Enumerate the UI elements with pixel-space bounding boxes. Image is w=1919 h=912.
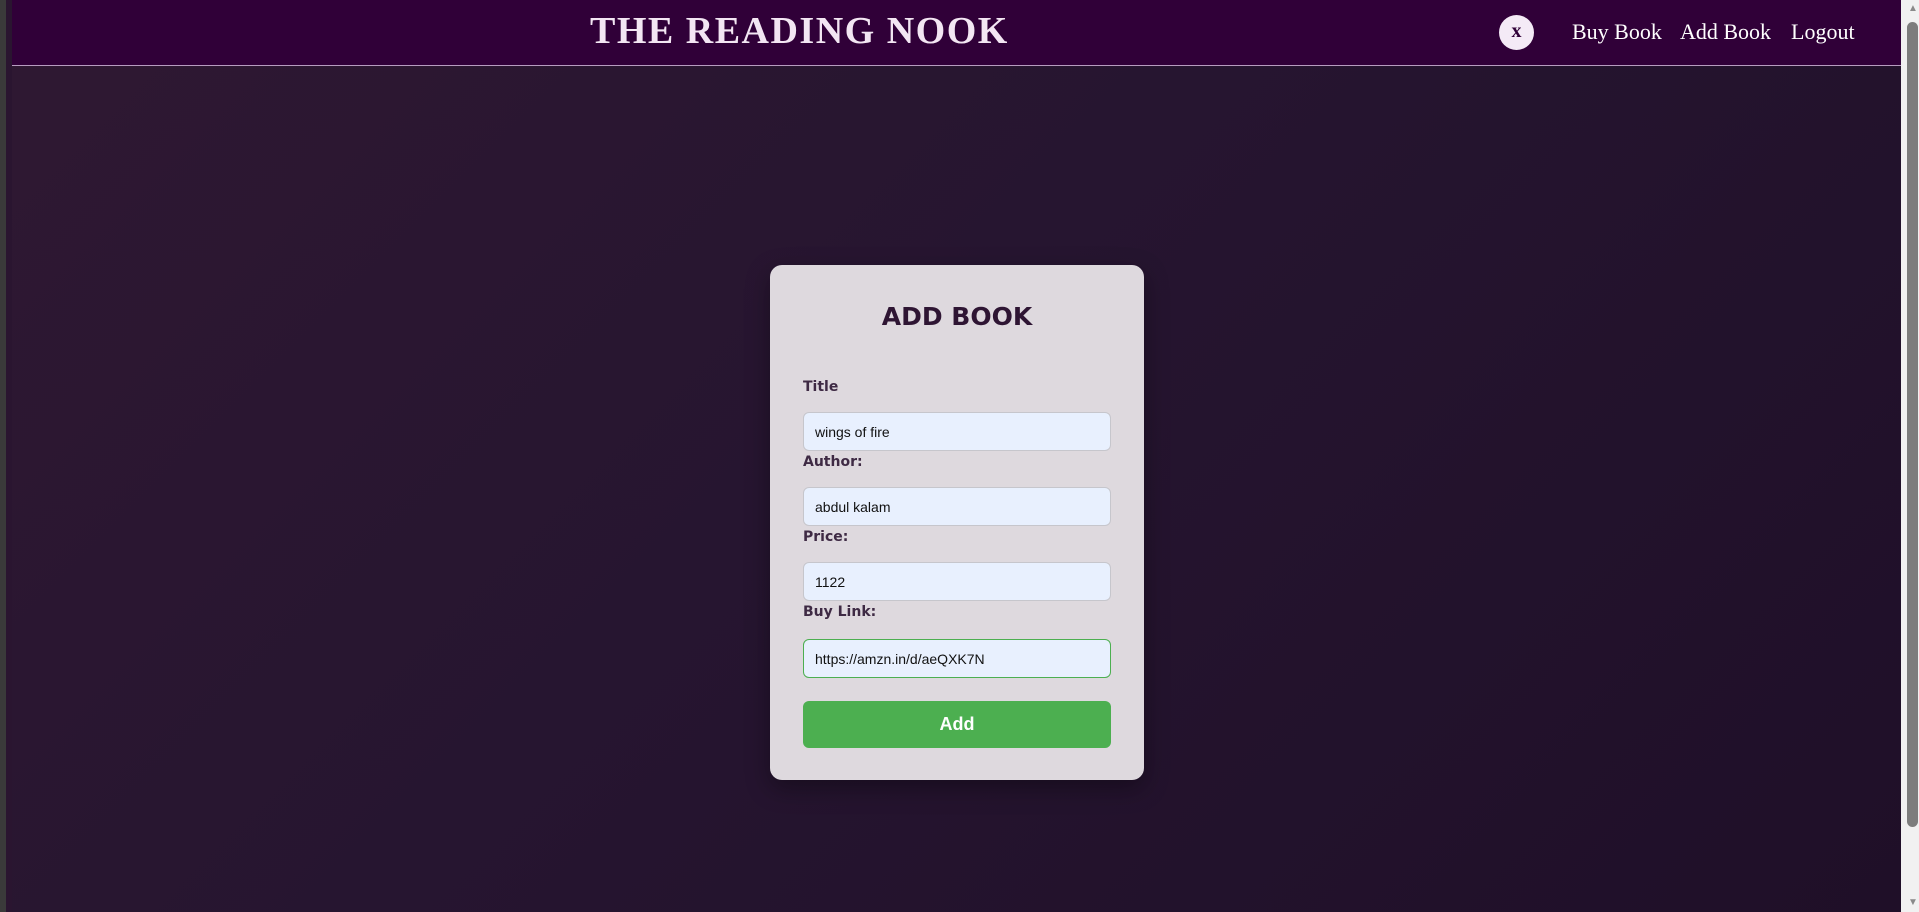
- nav-link-add-book[interactable]: Add Book: [1680, 19, 1771, 45]
- add-button[interactable]: Add: [803, 701, 1111, 748]
- price-input[interactable]: [803, 562, 1111, 601]
- buy-link-input[interactable]: [803, 639, 1111, 678]
- price-label: Price:: [803, 529, 849, 545]
- scrollbar-thumb[interactable]: [1907, 22, 1918, 827]
- scroll-up-arrow-icon[interactable]: ▲: [1901, 0, 1919, 18]
- nav-link-buy-book[interactable]: Buy Book: [1572, 19, 1662, 45]
- add-book-card: ADD BOOK Title Author: Price: Buy Link: …: [770, 265, 1144, 780]
- site-title: THE READING NOOK: [590, 10, 1009, 52]
- author-label: Author:: [803, 454, 863, 470]
- author-input[interactable]: [803, 487, 1111, 526]
- main-area: THE READING NOOK x Buy Book Add Book Log…: [12, 0, 1901, 912]
- title-label: Title: [803, 379, 839, 395]
- vertical-scrollbar[interactable]: ▲ ▼: [1901, 0, 1919, 912]
- page: THE READING NOOK x Buy Book Add Book Log…: [0, 0, 1919, 912]
- buy-link-label: Buy Link:: [803, 604, 877, 620]
- scroll-down-arrow-icon[interactable]: ▼: [1901, 894, 1919, 912]
- title-input[interactable]: [803, 412, 1111, 451]
- form-heading: ADD BOOK: [881, 302, 1033, 331]
- nav-link-logout[interactable]: Logout: [1791, 19, 1855, 45]
- navbar: THE READING NOOK x Buy Book Add Book Log…: [12, 0, 1901, 66]
- close-button[interactable]: x: [1499, 15, 1534, 50]
